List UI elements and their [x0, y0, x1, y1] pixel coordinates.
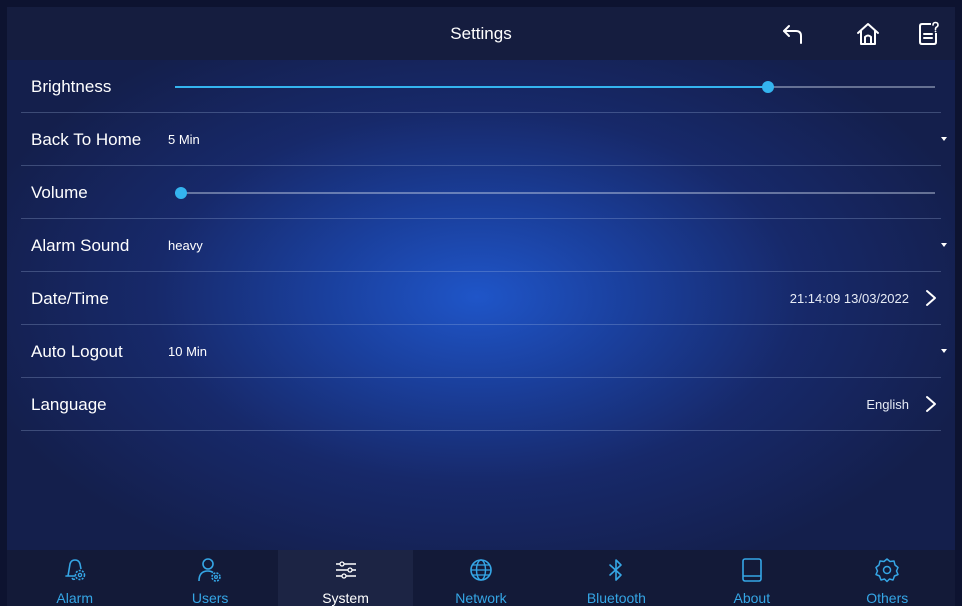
notes-question-icon	[919, 21, 939, 45]
brightness-label: Brightness	[31, 77, 112, 96]
bottom-tab-bar: Alarm Users System Network Bluetooth Abo…	[7, 550, 955, 606]
alarm-sound-row[interactable]: Alarm Sound heavy	[7, 219, 955, 272]
language-value: English	[866, 397, 909, 412]
language-label: Language	[31, 395, 107, 414]
auto-logout-label: Auto Logout	[31, 342, 123, 361]
chevron-right-icon[interactable]	[921, 394, 941, 414]
top-bar: Settings	[7, 7, 955, 60]
tab-bluetooth[interactable]: Bluetooth	[549, 550, 684, 606]
tab-alarm[interactable]: Alarm	[7, 550, 142, 606]
tab-label: System	[322, 590, 369, 606]
language-row[interactable]: Language English	[7, 378, 955, 431]
alarm-sound-label: Alarm Sound	[31, 236, 130, 255]
tablet-icon	[742, 558, 762, 582]
tab-system[interactable]: System	[277, 550, 414, 606]
volume-slider[interactable]	[175, 187, 935, 199]
chevron-right-icon[interactable]	[921, 288, 941, 308]
dropdown-arrow-icon[interactable]	[941, 349, 947, 353]
bluetooth-icon	[609, 559, 623, 581]
back-to-home-label: Back To Home	[31, 130, 142, 149]
volume-label: Volume	[31, 183, 88, 202]
tab-label: Network	[455, 590, 507, 606]
tab-users[interactable]: Users	[142, 550, 277, 606]
back-to-home-select[interactable]: 5 Min	[168, 113, 200, 166]
tab-label: Others	[866, 590, 909, 606]
notes-button[interactable]	[913, 18, 945, 50]
date-time-value: 21:14:09 13/03/2022	[789, 291, 909, 306]
home-button[interactable]	[852, 18, 884, 50]
sliders-icon	[335, 561, 356, 579]
tab-label: Bluetooth	[586, 590, 646, 606]
alarm-gear-icon	[64, 559, 86, 581]
back-to-home-row[interactable]: Back To Home 5 Min	[7, 113, 955, 166]
settings-screen: Settings Brightness Back To Home 5 Min V…	[7, 7, 955, 606]
dropdown-arrow-icon[interactable]	[941, 137, 947, 141]
tab-about[interactable]: About	[684, 550, 819, 606]
globe-icon	[470, 559, 492, 581]
alarm-sound-select[interactable]: heavy	[168, 219, 203, 272]
volume-slider-thumb[interactable]	[175, 187, 187, 199]
brightness-slider[interactable]	[175, 81, 935, 93]
date-time-label: Date/Time	[31, 289, 109, 308]
brightness-row: Brightness	[7, 60, 955, 113]
tab-label: About	[733, 590, 771, 606]
volume-row: Volume	[7, 166, 955, 219]
back-button[interactable]	[777, 18, 809, 50]
tab-network[interactable]: Network	[413, 550, 548, 606]
dropdown-arrow-icon[interactable]	[941, 243, 947, 247]
gear-icon	[875, 558, 899, 583]
page-title: Settings	[450, 24, 512, 43]
auto-logout-select[interactable]: 10 Min	[168, 325, 207, 378]
date-time-row[interactable]: Date/Time 21:14:09 13/03/2022	[7, 272, 955, 325]
auto-logout-row[interactable]: Auto Logout 10 Min	[7, 325, 955, 378]
user-gear-icon	[198, 558, 221, 582]
brightness-slider-thumb[interactable]	[761, 81, 774, 93]
home-icon	[857, 23, 879, 45]
settings-list: Brightness Back To Home 5 Min Volume Ala…	[7, 60, 955, 431]
back-arrow-icon	[783, 25, 802, 44]
tab-others[interactable]: Others	[820, 550, 955, 606]
tab-label: Alarm	[56, 590, 93, 606]
brightness-slider-fill	[175, 86, 768, 88]
tab-label: Users	[191, 590, 229, 606]
